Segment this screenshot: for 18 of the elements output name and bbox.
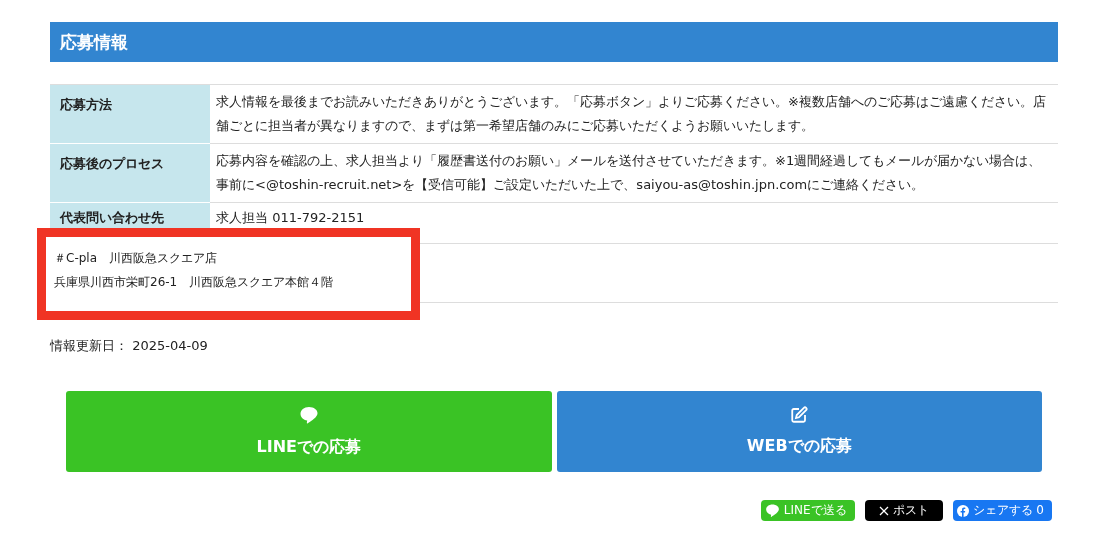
chat-bubble-icon	[298, 405, 319, 425]
apply-button[interactable]: WEBでの応募	[556, 391, 1042, 472]
edit-icon	[790, 406, 809, 424]
x-logo-icon	[878, 505, 889, 516]
callout-text: 兵庫県川西市栄町26-1 川西阪急スクエア本館４階	[54, 274, 335, 291]
row-value: 応募内容を確認の上、求人担当より「履歴書送付のお願い」メールを送付させていただきます。※1週間経過してもメールが届かない場合は、事前に<@toshin-recruit.net>を【受信可能】ご設定いただいた上で、saiyou-as@toshin.jpn.comにご連絡ください。	[210, 144, 1058, 203]
share-button[interactable]: シェアする 0	[952, 500, 1052, 521]
chat-bubble-icon	[764, 503, 780, 518]
row-header: 応募後のプロセス	[50, 144, 210, 203]
facebook-icon	[956, 504, 969, 517]
apply-button[interactable]: LINEでの応募	[66, 391, 552, 472]
update-date: 情報更新日： 2025-04-09	[50, 337, 209, 355]
row-value: 求人情報を最後までお読みいただきありがとうございます。「応募ボタン」よりご応募ください。※複数店舗へのご応募はご遠慮ください。店舗ごとに担当者が異なりますので、まずは第一希望店舗のみにご応募いただくようお願いいたします。	[210, 85, 1058, 144]
callout-text: ＃C-pla 川西阪急スクエア店	[54, 250, 218, 267]
share-button[interactable]: LINEで送る	[760, 500, 855, 521]
share-button[interactable]: ポスト	[864, 500, 943, 521]
row-header: 応募方法	[50, 85, 210, 144]
section-title: 応募情報	[50, 22, 1058, 62]
